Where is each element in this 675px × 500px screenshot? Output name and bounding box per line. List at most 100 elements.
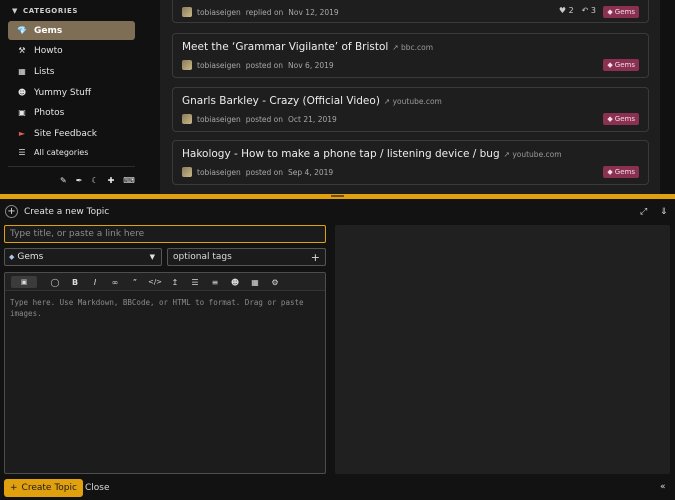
camera-icon: ▣ bbox=[18, 108, 26, 117]
sidebar-item-all-categories[interactable]: ☰ All categories bbox=[8, 143, 135, 162]
topic-author[interactable]: tobiaseigen bbox=[197, 168, 241, 177]
upload-icon[interactable]: ↥ bbox=[169, 276, 181, 288]
pen-icon[interactable]: ✒ bbox=[76, 176, 83, 185]
topic-date: Nov 12, 2019 bbox=[288, 7, 339, 17]
double-chevron-left-icon[interactable]: « bbox=[660, 482, 666, 492]
avatar bbox=[182, 167, 192, 177]
topic-author[interactable]: tobiaseigen bbox=[197, 61, 241, 70]
sidebar-item-site-feedback[interactable]: ► Site Feedback bbox=[8, 124, 135, 143]
external-link-icon: ↗ bbox=[503, 150, 510, 159]
sidebar: ▼ CATEGORIES 💎 Gems ⚒ Howto ▦ Lists ☻ Yu… bbox=[0, 0, 142, 194]
keyboard-icon[interactable]: ⌨ bbox=[123, 176, 135, 185]
speech-bubble-icon[interactable]: ◯ bbox=[49, 276, 61, 288]
sidebar-item-label: Howto bbox=[34, 45, 63, 56]
avatar bbox=[182, 60, 192, 70]
topic-title[interactable]: Hakology - How to make a phone tap / lis… bbox=[182, 148, 562, 160]
calendar-icon[interactable]: ▦ bbox=[249, 276, 261, 288]
sidebar-item-gems[interactable]: 💎 Gems bbox=[8, 21, 135, 40]
topic-card[interactable]: Gnarls Barkley - Crazy (Official Video) ↗… bbox=[172, 87, 649, 132]
topic-domain[interactable]: ↗ youtube.com bbox=[504, 150, 562, 159]
editor-textarea[interactable]: Type here. Use Markdown, BBCode, or HTML… bbox=[10, 297, 310, 319]
topic-action: posted on bbox=[245, 114, 284, 124]
title-input[interactable] bbox=[4, 225, 326, 243]
sidebar-item-label: Gems bbox=[34, 25, 63, 36]
numbered-list-icon[interactable]: ≡ bbox=[209, 276, 221, 288]
italic-icon[interactable]: I bbox=[89, 276, 101, 288]
plus-icon[interactable]: ✚ bbox=[108, 176, 115, 185]
topic-meta: tobiaseigen replied on Nov 12, 2019 bbox=[182, 7, 339, 17]
megaphone-icon: ► bbox=[18, 129, 26, 138]
topic-card[interactable]: tobiaseigen replied on Nov 12, 2019 ♥ 2 … bbox=[172, 0, 649, 23]
topic-date: Oct 21, 2019 bbox=[288, 114, 337, 124]
list-icon: ☰ bbox=[18, 148, 26, 157]
topic-title[interactable]: Gnarls Barkley - Crazy (Official Video) ↗… bbox=[182, 95, 442, 107]
gem-icon: ◆ bbox=[607, 115, 613, 123]
gear-icon[interactable]: ⚙ bbox=[269, 276, 281, 288]
topic-title[interactable]: Meet the ‘Grammar Vigilante’ of Bristol ↗… bbox=[182, 41, 433, 53]
tag-label: Gems bbox=[614, 8, 635, 16]
gem-icon: 💎 bbox=[17, 26, 27, 35]
plus-circle-icon: + bbox=[5, 205, 18, 218]
sidebar-item-howto[interactable]: ⚒ Howto bbox=[8, 41, 135, 60]
reply-icon[interactable]: ↶ 3 bbox=[582, 6, 596, 15]
gem-icon: ◆ bbox=[607, 61, 613, 69]
composer-header: + Create a new Topic bbox=[5, 205, 109, 218]
topic-domain[interactable]: ↗ youtube.com bbox=[384, 97, 442, 106]
topic-card[interactable]: Meet the ‘Grammar Vigilante’ of Bristol ↗… bbox=[172, 33, 649, 78]
tags-placeholder: optional tags bbox=[173, 252, 232, 262]
reply-count: 3 bbox=[590, 6, 596, 15]
composer: + Create a new Topic ⤢ ⇓ ◆ Gems ▼ option… bbox=[0, 199, 675, 500]
collapse-down-icon[interactable]: ⇓ bbox=[660, 207, 668, 217]
tag-badge[interactable]: ◆ Gems bbox=[603, 59, 639, 71]
topic-action: posted on bbox=[245, 167, 284, 177]
categories-header[interactable]: ▼ CATEGORIES bbox=[12, 7, 78, 15]
bullet-list-icon[interactable]: ☰ bbox=[189, 276, 201, 288]
link-icon[interactable]: ∞ bbox=[109, 276, 121, 288]
external-link-icon: ↗ bbox=[383, 97, 391, 106]
topic-author[interactable]: tobiaseigen bbox=[197, 115, 241, 124]
close-button[interactable]: Close bbox=[85, 483, 110, 493]
tag-label: Gems bbox=[614, 115, 635, 123]
sidebar-item-photos[interactable]: ▣ Photos bbox=[8, 103, 135, 122]
chevron-down-icon: ▼ bbox=[12, 7, 18, 15]
grip-icon bbox=[331, 195, 344, 197]
moon-icon[interactable]: ☾ bbox=[91, 176, 98, 185]
plus-icon: + bbox=[10, 483, 18, 493]
create-topic-button[interactable]: + Create Topic bbox=[4, 479, 83, 497]
bold-icon[interactable]: B bbox=[69, 276, 81, 288]
tags-input[interactable]: optional tags + bbox=[167, 248, 326, 266]
topic-title-text: Gnarls Barkley - Crazy (Official Video) bbox=[182, 95, 380, 107]
brush-icon[interactable]: ✎ bbox=[60, 176, 67, 185]
heart-icon[interactable]: ♥ 2 bbox=[559, 6, 574, 15]
expand-icon[interactable]: ⤢ bbox=[640, 207, 647, 217]
tag-badge[interactable]: ◆ Gems bbox=[603, 113, 639, 125]
gem-icon: ◆ bbox=[9, 253, 15, 261]
clipboard-icon: ▦ bbox=[18, 67, 26, 76]
category-select[interactable]: ◆ Gems ▼ bbox=[4, 248, 162, 266]
sidebar-item-label: Yummy Stuff bbox=[34, 87, 92, 98]
quote-icon[interactable]: ” bbox=[129, 276, 141, 288]
emoji-icon[interactable]: ☻ bbox=[229, 276, 241, 288]
sidebar-tools: ✎ ✒ ☾ ✚ ⌨ bbox=[60, 176, 135, 185]
sidebar-item-lists[interactable]: ▦ Lists bbox=[8, 62, 135, 81]
preview-pane bbox=[335, 225, 670, 474]
editor: ▣ ◯ B I ∞ ” </> ↥ ☰ ≡ ☻ ▦ ⚙ Type here. U… bbox=[4, 272, 326, 474]
category-select-value: Gems bbox=[17, 252, 44, 262]
rich-text-toggle-icon[interactable]: ▣ bbox=[11, 276, 37, 288]
tag-badge[interactable]: ◆ Gems bbox=[603, 6, 639, 18]
topic-domain[interactable]: ↗ bbc.com bbox=[392, 43, 433, 52]
chef-icon: ☻ bbox=[17, 88, 27, 97]
topic-author[interactable]: tobiaseigen bbox=[197, 8, 241, 17]
tag-badge[interactable]: ◆ Gems bbox=[603, 166, 639, 178]
plus-icon[interactable]: + bbox=[311, 251, 320, 264]
code-icon[interactable]: </> bbox=[148, 276, 162, 288]
topic-domain-text: youtube.com bbox=[512, 150, 562, 159]
editor-toolbar: ▣ ◯ B I ∞ ” </> ↥ ☰ ≡ ☻ ▦ ⚙ bbox=[5, 273, 325, 291]
avatar bbox=[182, 114, 192, 124]
external-link-icon: ↗ bbox=[392, 43, 399, 52]
sidebar-item-yummy-stuff[interactable]: ☻ Yummy Stuff bbox=[8, 83, 135, 102]
sidebar-item-label: All categories bbox=[34, 148, 89, 157]
topic-meta: tobiaseigen posted on Oct 21, 2019 bbox=[182, 114, 337, 124]
gem-icon: ◆ bbox=[607, 168, 613, 176]
topic-card[interactable]: Hakology - How to make a phone tap / lis… bbox=[172, 140, 649, 185]
